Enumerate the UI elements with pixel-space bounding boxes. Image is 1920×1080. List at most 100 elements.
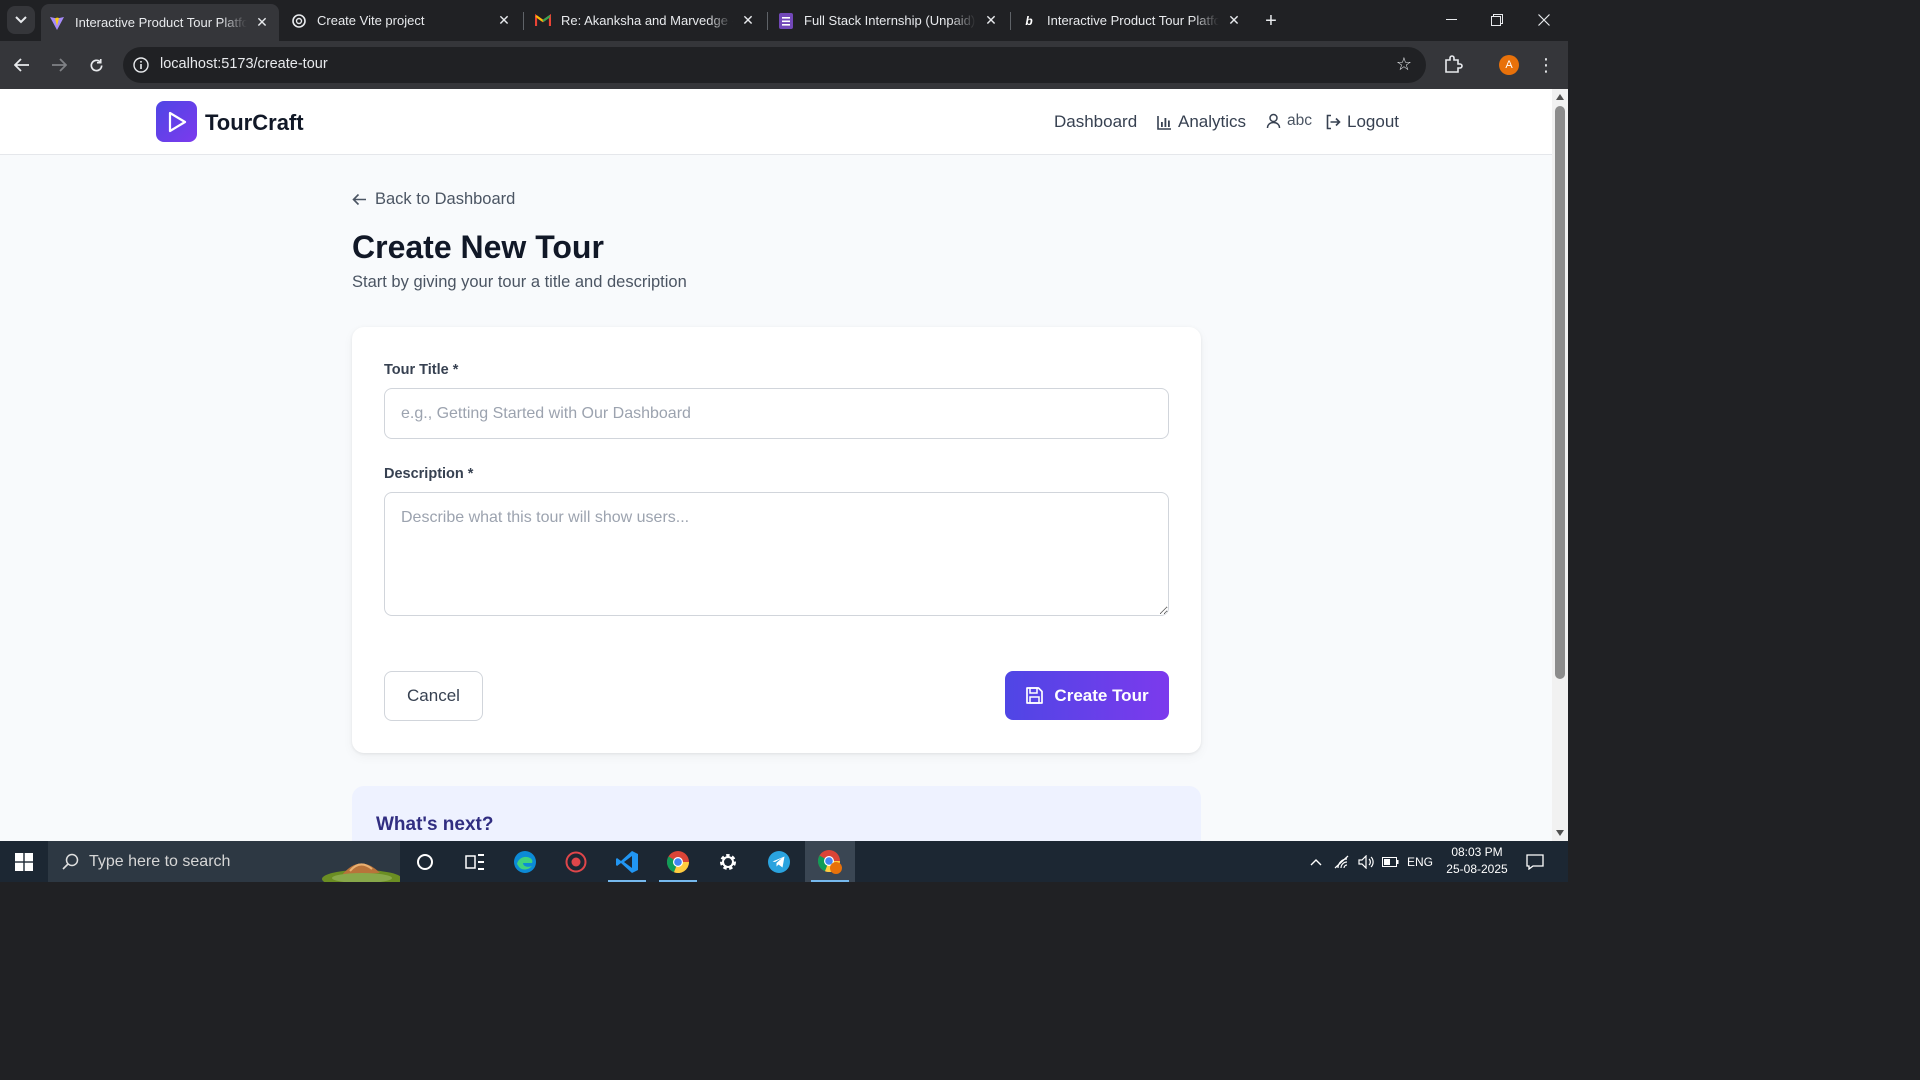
cortana-button[interactable]: [400, 841, 450, 882]
page-scrollbar[interactable]: [1552, 89, 1568, 841]
tab-search-button[interactable]: [7, 6, 35, 34]
start-button[interactable]: [0, 841, 48, 882]
close-icon[interactable]: ✕: [253, 14, 271, 32]
telegram-taskbar-button[interactable]: [754, 841, 804, 882]
windows-taskbar: Type here to search ENG 08:03 PM 25-08-2…: [0, 841, 1568, 882]
windows-logo-icon: [15, 852, 33, 871]
show-hidden-icons-button[interactable]: [1304, 841, 1328, 882]
browser-tab[interactable]: Full Stack Internship (Unpaid) ✕: [770, 4, 1008, 37]
language-indicator[interactable]: ENG: [1404, 841, 1436, 882]
url-text: localhost:5173/create-tour: [160, 56, 328, 72]
browser-tab-strip: Interactive Product Tour Platform ✕ Crea…: [0, 0, 1568, 41]
close-window-button[interactable]: [1521, 6, 1567, 34]
tab-title: Re: Akanksha and Marvedge - re: [561, 13, 733, 28]
play-logo-icon[interactable]: [156, 101, 197, 142]
speaker-icon: [1357, 854, 1374, 869]
battery-tray-button[interactable]: [1378, 841, 1402, 882]
gear-icon: [720, 853, 736, 870]
tab-separator: [1010, 12, 1011, 30]
browser-tab[interactable]: Re: Akanksha and Marvedge - re ✕: [527, 4, 765, 37]
close-icon: [1538, 14, 1550, 26]
page-subtitle: Start by giving your tour a title and de…: [352, 273, 687, 291]
bookmark-star-icon[interactable]: ☆: [1396, 54, 1412, 75]
create-tour-button[interactable]: Create Tour: [1005, 671, 1169, 720]
scroll-up-arrow-icon[interactable]: [1556, 94, 1564, 100]
minimize-button[interactable]: [1428, 6, 1474, 34]
puzzle-icon: [1445, 55, 1463, 73]
browser-tab[interactable]: Create Vite project ✕: [283, 4, 521, 37]
description-textarea[interactable]: [384, 492, 1169, 616]
clock-time: 08:03 PM: [1451, 845, 1503, 859]
tab-title: Interactive Product Tour Platform: [1047, 13, 1219, 28]
page-title: Create New Tour: [352, 229, 604, 265]
description-label: Description *: [384, 466, 474, 482]
close-icon[interactable]: ✕: [739, 12, 757, 30]
task-view-button[interactable]: [450, 841, 500, 882]
create-tour-form: Tour Title * Description * Cancel Create…: [352, 327, 1201, 753]
edge-taskbar-button[interactable]: [500, 841, 550, 882]
network-tray-button[interactable]: [1330, 841, 1354, 882]
brand-name[interactable]: TourCraft: [205, 110, 304, 136]
reload-button[interactable]: [82, 51, 110, 79]
forms-icon: [778, 12, 794, 29]
arrow-right-icon: [52, 58, 67, 72]
new-tab-button[interactable]: +: [1258, 8, 1284, 34]
cancel-button[interactable]: Cancel: [384, 671, 483, 721]
nav-dashboard-link[interactable]: Dashboard: [1054, 112, 1137, 132]
tab-separator: [767, 12, 768, 30]
edge-icon: [514, 850, 536, 873]
browser-toolbar: localhost:5173/create-tour ☆ A ⋮: [0, 41, 1568, 89]
tour-title-label: Tour Title *: [384, 362, 459, 378]
browser-menu-icon[interactable]: ⋮: [1536, 53, 1556, 77]
back-to-dashboard-link[interactable]: Back to Dashboard: [352, 190, 515, 209]
chrome-taskbar-button[interactable]: [653, 841, 703, 882]
nav-analytics-link[interactable]: Analytics: [1157, 112, 1246, 132]
taskbar-clock[interactable]: 08:03 PM 25-08-2025: [1440, 844, 1514, 878]
browser-tab[interactable]: Interactive Product Tour Platform ✕: [41, 4, 279, 41]
notification-icon: [1526, 853, 1544, 870]
plus-icon: +: [1265, 9, 1277, 32]
bolt-icon: b: [1025, 13, 1033, 28]
volume-tray-button[interactable]: [1354, 841, 1378, 882]
cortana-icon: [417, 853, 433, 870]
search-icon: [62, 853, 79, 870]
logout-button[interactable]: Logout: [1325, 112, 1399, 132]
forward-button[interactable]: [45, 51, 73, 79]
extensions-button[interactable]: [1442, 53, 1466, 77]
back-button[interactable]: [8, 51, 36, 79]
notifications-button[interactable]: [1518, 841, 1552, 882]
chrome-profile-taskbar-button[interactable]: [805, 841, 855, 882]
vscode-taskbar-button[interactable]: [602, 841, 652, 882]
close-icon[interactable]: ✕: [495, 12, 513, 30]
clock-date: 25-08-2025: [1446, 862, 1508, 876]
close-icon[interactable]: ✕: [982, 12, 1000, 30]
chevron-down-icon: [15, 16, 27, 24]
tab-title: Full Stack Internship (Unpaid): [804, 13, 976, 28]
tour-title-input[interactable]: [384, 388, 1169, 439]
vscode-icon: [616, 850, 638, 873]
minimize-icon: [1445, 19, 1457, 20]
save-icon: [1026, 687, 1044, 704]
scroll-thumb[interactable]: [1555, 106, 1565, 679]
scroll-down-arrow-icon[interactable]: [1556, 830, 1564, 836]
app-header: TourCraft Dashboard Analytics abc Logout: [0, 89, 1552, 155]
chevron-up-icon: [1310, 858, 1322, 865]
user-info: abc: [1266, 112, 1312, 130]
close-icon[interactable]: ✕: [1225, 12, 1243, 30]
browser-tab[interactable]: b Interactive Product Tour Platform ✕: [1013, 4, 1251, 37]
page-viewport: TourCraft Dashboard Analytics abc Logout…: [0, 89, 1552, 841]
chrome-profile-icon: [817, 849, 842, 874]
profile-avatar[interactable]: A: [1499, 55, 1519, 75]
recorder-taskbar-button[interactable]: [551, 841, 601, 882]
logout-icon: [1326, 114, 1341, 130]
restore-button[interactable]: [1474, 6, 1520, 34]
nav-dashboard-label: Dashboard: [1054, 112, 1138, 131]
site-info-icon[interactable]: [131, 55, 151, 75]
chrome-icon: [666, 850, 690, 873]
address-bar[interactable]: localhost:5173/create-tour ☆: [123, 47, 1426, 83]
tab-title: Create Vite project: [317, 13, 425, 28]
reload-icon: [90, 58, 102, 71]
settings-taskbar-button[interactable]: [703, 841, 753, 882]
vite-icon: [49, 15, 65, 31]
taskbar-search-box[interactable]: Type here to search: [48, 841, 400, 882]
